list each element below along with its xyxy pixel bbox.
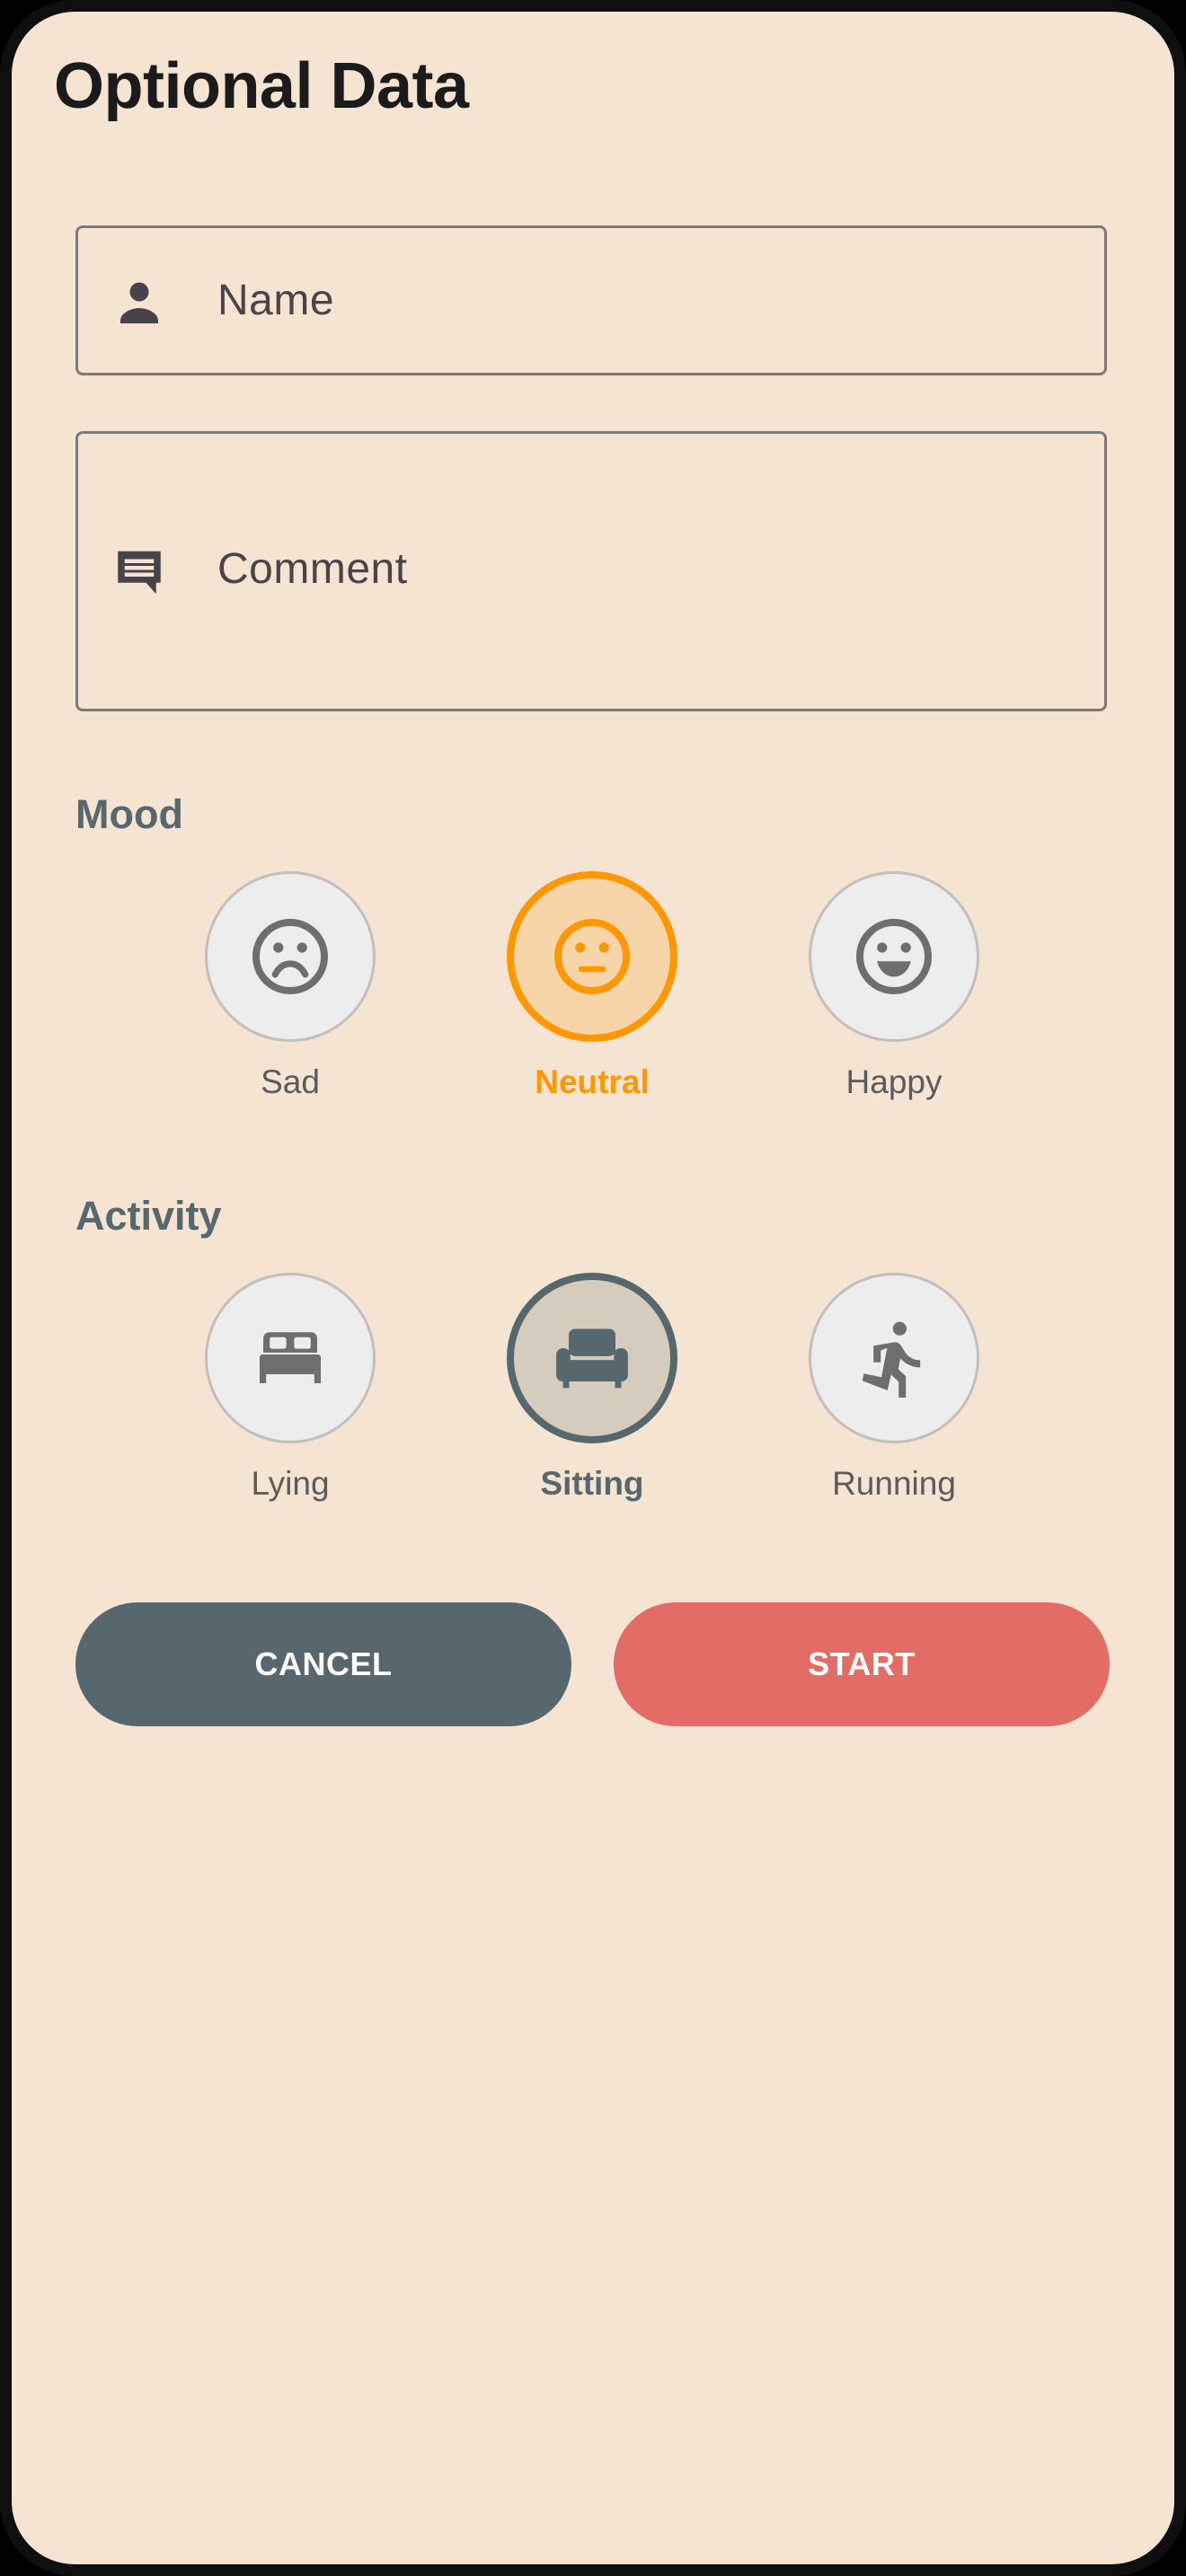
mood-happy-button[interactable] [809, 871, 979, 1042]
mood-option-sad[interactable]: Sad [200, 871, 380, 1101]
activity-lying-label: Lying [251, 1465, 330, 1502]
mood-option-happy[interactable]: Happy [804, 871, 984, 1101]
start-button[interactable]: START [614, 1602, 1110, 1726]
activity-running-button[interactable] [809, 1273, 979, 1443]
activity-option-sitting[interactable]: Sitting [502, 1273, 682, 1503]
comment-icon [112, 543, 166, 597]
name-field[interactable]: Name [75, 225, 1107, 375]
person-icon [112, 275, 166, 329]
mood-sad-button[interactable] [205, 871, 376, 1042]
activity-running-label: Running [832, 1465, 956, 1502]
activity-option-running[interactable]: Running [804, 1273, 984, 1503]
page-title: Optional Data [54, 50, 469, 122]
comment-field[interactable]: Comment [75, 431, 1107, 711]
mood-neutral-button[interactable] [507, 871, 677, 1042]
device-frame: Optional Data Name Comment Mood Sad Neut… [0, 0, 1186, 2576]
name-placeholder: Name [217, 277, 335, 324]
mood-option-neutral[interactable]: Neutral [502, 871, 682, 1101]
mood-sad-label: Sad [261, 1063, 320, 1100]
comment-placeholder: Comment [217, 545, 408, 593]
activity-section-label: Activity [75, 1193, 222, 1239]
activity-sitting-button[interactable] [507, 1273, 677, 1443]
activity-lying-button[interactable] [205, 1273, 376, 1443]
screen: Optional Data Name Comment Mood Sad Neut… [12, 12, 1174, 2564]
cancel-button[interactable]: CANCEL [75, 1602, 571, 1726]
activity-sitting-label: Sitting [540, 1465, 644, 1502]
mood-section-label: Mood [75, 791, 183, 837]
mood-neutral-label: Neutral [535, 1063, 650, 1100]
mood-happy-label: Happy [845, 1063, 943, 1100]
activity-option-lying[interactable]: Lying [200, 1273, 380, 1503]
